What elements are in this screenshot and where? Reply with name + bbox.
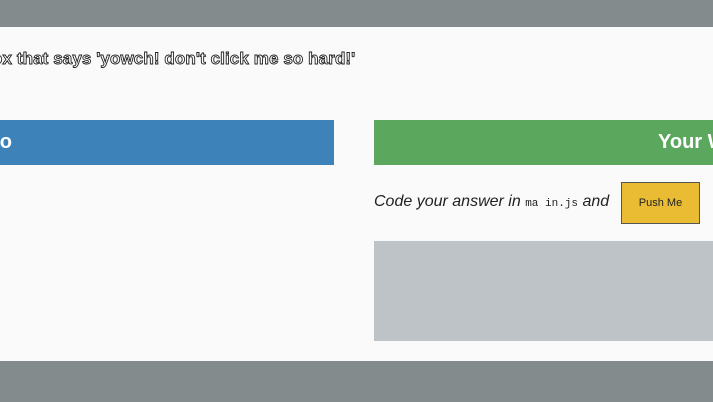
code-instruction: Code your answer in ma in.js and [374,193,609,211]
code-prefix: Code your answer in [374,193,526,210]
demo-panel-title: mo [0,131,12,153]
yours-panel-title: Your W [658,131,713,153]
answer-output-box[interactable] [374,241,713,341]
top-frame-bar [0,0,713,27]
instruction-text: ox that says 'yowch! don't click me so h… [0,49,356,69]
demo-panel-header: mo [0,120,334,165]
yours-panel-header: Your W [374,120,713,165]
push-me-button[interactable]: Push Me [621,182,700,224]
code-filename: ma in.js [525,198,578,210]
bottom-frame-bar [0,361,713,402]
exercise-content: ox that says 'yowch! don't click me so h… [0,27,713,361]
code-suffix: and [578,193,610,210]
